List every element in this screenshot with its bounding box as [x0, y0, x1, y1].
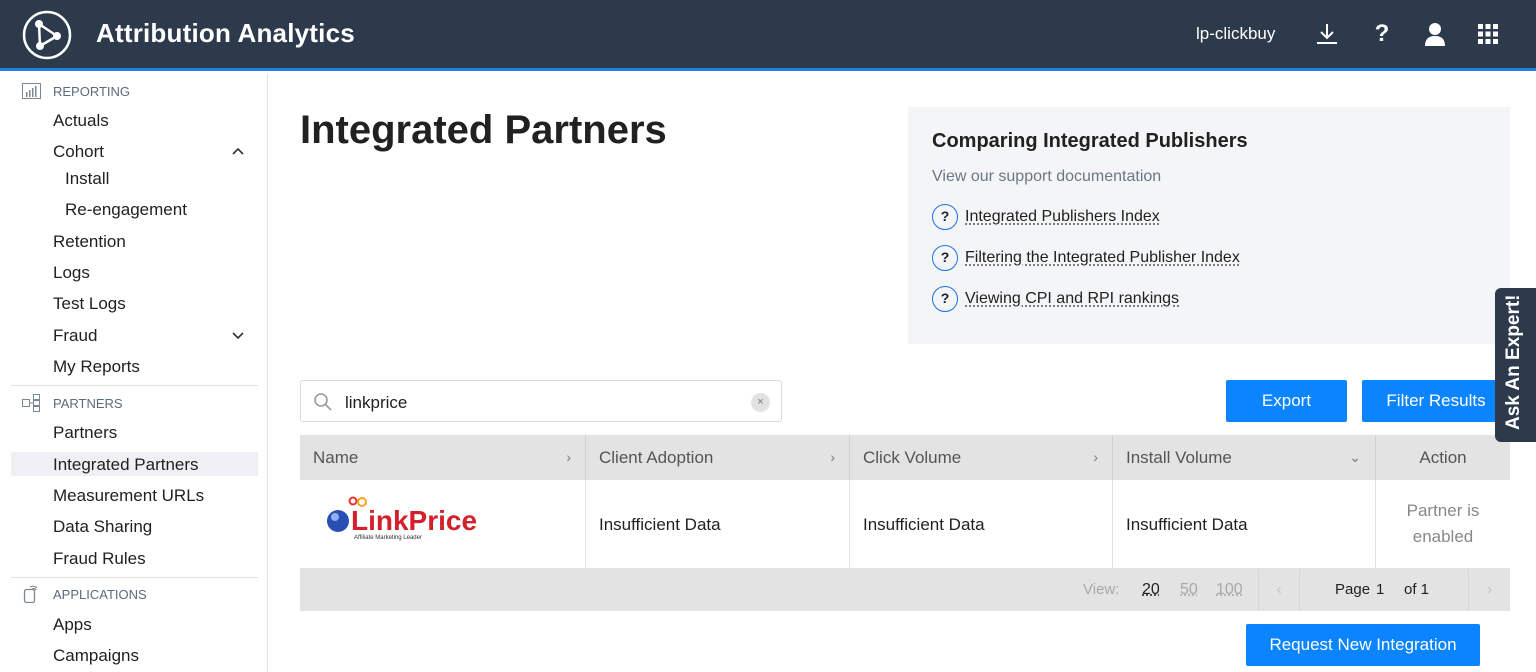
divider: [11, 385, 258, 386]
page-size-50[interactable]: 50: [1180, 581, 1198, 599]
sort-chevron-icon[interactable]: ⌄: [1349, 435, 1361, 480]
sidebar-item-data-sharing[interactable]: Data Sharing: [53, 517, 152, 537]
request-new-integration-button[interactable]: Request New Integration: [1246, 624, 1480, 666]
download-icon[interactable]: [1313, 20, 1341, 48]
svg-text:LinkPrice: LinkPrice: [351, 505, 477, 536]
link-text[interactable]: Integrated Publishers Index: [965, 208, 1160, 226]
help-circle-icon: ?: [932, 245, 958, 271]
column-label: Name: [313, 448, 359, 467]
sidebar: REPORTING Actuals Cohort Install Re-enga…: [0, 74, 268, 672]
table-footer: View: 20 50 100 ‹ Page 1 of 1 ›: [300, 569, 1510, 611]
sidebar-item-my-reports[interactable]: My Reports: [53, 357, 140, 377]
column-label: Click Volume: [863, 448, 962, 467]
column-header-client-adoption[interactable]: Client Adoption ›: [586, 435, 850, 480]
column-label: Client Adoption: [599, 448, 714, 467]
search-icon: [314, 393, 332, 411]
page-size-100[interactable]: 100: [1216, 581, 1243, 599]
page-label: Page: [1335, 581, 1371, 598]
sidebar-item-integrated-partners[interactable]: Integrated Partners: [53, 455, 199, 475]
section-label: PARTNERS: [53, 395, 123, 411]
chevron-up-icon[interactable]: [232, 146, 244, 158]
sort-chevron-icon[interactable]: ›: [566, 435, 571, 480]
chevron-down-icon[interactable]: [232, 329, 244, 341]
sidebar-item-fraud[interactable]: Fraud: [53, 326, 97, 346]
help-link-publishers-index[interactable]: ? Integrated Publishers Index: [932, 204, 1160, 230]
divider: [11, 577, 258, 578]
sidebar-item-test-logs[interactable]: Test Logs: [53, 294, 126, 314]
action-status: enabled: [1412, 527, 1474, 546]
sidebar-item-logs[interactable]: Logs: [53, 263, 90, 283]
sidebar-item-fraud-rules[interactable]: Fraud Rules: [53, 549, 146, 569]
column-label: Install Volume: [1126, 448, 1232, 467]
page-current[interactable]: 1: [1376, 581, 1384, 598]
help-circle-icon: ?: [932, 286, 958, 312]
top-bar: Attribution Analytics lp-clickbuy ?: [0, 0, 1536, 71]
info-subtitle: View our support documentation: [932, 168, 1162, 185]
cell-install-volume: Insufficient Data: [1113, 480, 1376, 569]
info-title: Comparing Integrated Publishers: [932, 130, 1248, 152]
cell-action: Partner is enabled: [1376, 480, 1510, 569]
apps-grid-icon[interactable]: [1474, 20, 1502, 48]
device-icon: [23, 585, 38, 603]
page-total: of 1: [1404, 581, 1430, 598]
chart-icon: [22, 83, 41, 99]
sidebar-item-apps[interactable]: Apps: [53, 615, 92, 635]
account-name[interactable]: lp-clickbuy: [1196, 24, 1275, 44]
sidebar-item-retention[interactable]: Retention: [53, 232, 126, 252]
column-header-action: Action: [1419, 448, 1467, 467]
link-text[interactable]: Viewing CPI and RPI rankings: [965, 290, 1179, 308]
link-text[interactable]: Filtering the Integrated Publisher Index: [965, 249, 1240, 267]
help-link-filtering[interactable]: ? Filtering the Integrated Publisher Ind…: [932, 245, 1240, 271]
table-header: Name › Client Adoption › Click Volume › …: [300, 435, 1510, 480]
info-panel: Comparing Integrated Publishers View our…: [908, 107, 1510, 344]
logo-icon[interactable]: [22, 10, 72, 60]
sidebar-item-install[interactable]: Install: [65, 169, 109, 189]
section-reporting: REPORTING: [22, 82, 130, 100]
section-applications: APPLICATIONS: [22, 585, 147, 603]
sidebar-item-cohort[interactable]: Cohort: [53, 142, 104, 162]
clear-icon[interactable]: ×: [751, 393, 770, 412]
column-header-name[interactable]: Name ›: [300, 435, 586, 480]
column-header-click-volume[interactable]: Click Volume ›: [850, 435, 1113, 480]
cell-client-adoption: Insufficient Data: [586, 480, 850, 569]
sidebar-item-reengagement[interactable]: Re-engagement: [65, 200, 187, 220]
sort-chevron-icon[interactable]: ›: [830, 435, 835, 480]
prev-page-button[interactable]: ‹: [1258, 569, 1300, 611]
svg-text:Affiliate Marketing Leader: Affiliate Marketing Leader: [354, 535, 422, 541]
next-page-button[interactable]: ›: [1468, 569, 1510, 611]
column-header-install-volume[interactable]: Install Volume ⌄: [1113, 435, 1376, 480]
ask-expert-label[interactable]: Ask An Expert!: [1503, 295, 1525, 431]
sidebar-item-partners[interactable]: Partners: [53, 423, 117, 443]
page-title: Integrated Partners: [300, 108, 667, 152]
help-circle-icon: ?: [932, 204, 958, 230]
action-status: Partner is: [1406, 501, 1480, 520]
app-title: Attribution Analytics: [96, 18, 355, 48]
sidebar-item-actuals[interactable]: Actuals: [53, 111, 109, 131]
section-label: REPORTING: [53, 83, 131, 99]
linkprice-logo: LinkPrice Affiliate Marketing Leader: [327, 496, 477, 541]
user-icon[interactable]: [1421, 20, 1449, 48]
sort-chevron-icon[interactable]: ›: [1093, 435, 1098, 480]
partners-icon: [22, 394, 40, 412]
cell-click-volume: Insufficient Data: [850, 480, 1113, 569]
sidebar-item-campaigns[interactable]: Campaigns: [53, 646, 139, 666]
filter-results-button[interactable]: Filter Results: [1362, 380, 1510, 422]
sidebar-item-measurement-urls[interactable]: Measurement URLs: [53, 486, 204, 506]
help-link-cpi-rpi[interactable]: ? Viewing CPI and RPI rankings: [932, 286, 1179, 312]
export-button[interactable]: Export: [1226, 380, 1347, 422]
table-row[interactable]: LinkPrice Affiliate Marketing Leader Ins…: [300, 480, 1510, 569]
cell-name: LinkPrice Affiliate Marketing Leader: [300, 480, 586, 569]
search-box: ×: [300, 380, 782, 422]
help-icon[interactable]: ?: [1368, 20, 1396, 48]
section-label: APPLICATIONS: [53, 586, 147, 602]
section-partners: PARTNERS: [22, 394, 123, 412]
search-input[interactable]: [345, 393, 725, 413]
page-size-20[interactable]: 20: [1142, 581, 1160, 599]
view-label: View:: [1083, 581, 1120, 598]
